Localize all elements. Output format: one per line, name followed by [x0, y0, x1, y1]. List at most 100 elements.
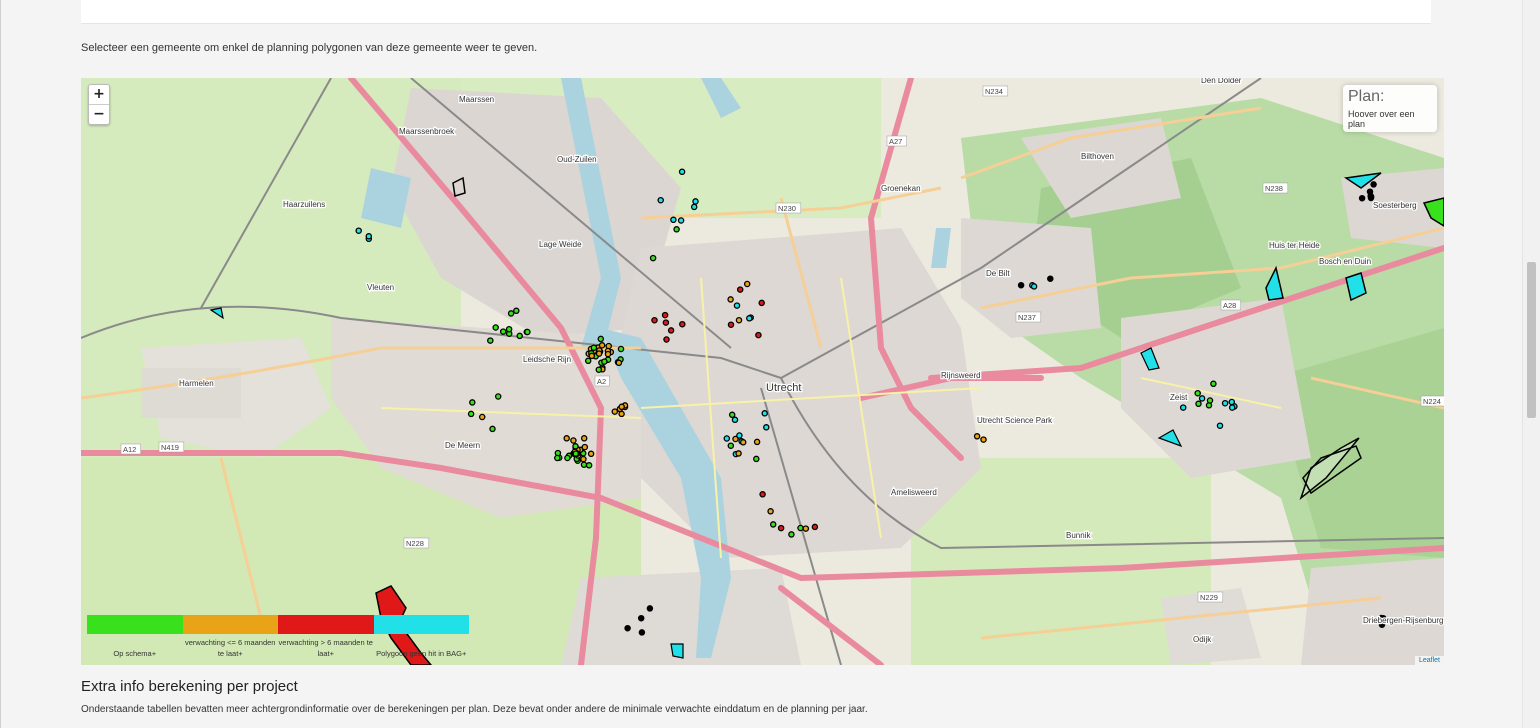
legend-color-bars [87, 615, 469, 634]
plan-marker [1221, 399, 1229, 407]
plan-marker [516, 332, 523, 340]
plan-marker [649, 254, 657, 262]
plan-marker [733, 302, 741, 309]
place-label: Harmelen [179, 379, 214, 388]
plan-marker [755, 331, 762, 339]
plan-marker [811, 523, 819, 531]
page-left-border [0, 0, 1, 728]
scrollbar-thumb[interactable] [1527, 262, 1536, 418]
plan-marker [572, 443, 579, 450]
plan-marker [618, 403, 625, 411]
plan-marker [759, 491, 766, 498]
plan-marker [678, 168, 686, 176]
legend-swatch-red [278, 615, 374, 634]
place-label: Rijnsweerd [941, 371, 981, 380]
place-label: Haarzuilens [283, 200, 325, 209]
plan-marker [802, 525, 810, 532]
plan-marker [595, 350, 603, 357]
plan-marker [581, 443, 589, 451]
intro-text: Selecteer een gemeente om enkel de plann… [81, 42, 538, 54]
zoom-out-button[interactable]: − [89, 104, 109, 124]
map-canvas[interactable]: Maarssen Maarssenbroek Oud-Zuilen Haarzuile… [81, 78, 1444, 665]
plan-marker [355, 227, 362, 234]
place-label: Soesterberg [1373, 201, 1417, 210]
status-legend: Op schema+ verwachting <= 6 maanden te l… [87, 615, 469, 659]
page-scrollbar[interactable] [1522, 0, 1540, 728]
plan-marker [679, 320, 686, 328]
plan-marker [646, 605, 654, 612]
plan-marker [638, 629, 646, 636]
road-label: N230 [775, 202, 802, 214]
map-container[interactable]: Maarssen Maarssenbroek Oud-Zuilen Haarzuile… [81, 78, 1444, 665]
plan-marker [489, 425, 496, 433]
plan-marker [598, 342, 606, 349]
plan-marker [735, 316, 743, 324]
plan-marker [1179, 404, 1187, 411]
road-label: A12 [120, 443, 141, 455]
plan-marker [753, 455, 760, 463]
road-label: N419 [158, 441, 185, 453]
plan-marker [513, 307, 520, 315]
plan-marker [580, 455, 587, 463]
plan-marker [365, 233, 373, 240]
plan-marker [618, 410, 625, 418]
plan-marker [505, 325, 513, 333]
legend-label-no-bag-hit: Polygoon geen hit in BAG+ [376, 649, 467, 658]
plan-marker [727, 296, 734, 303]
svg-text:N237: N237 [1018, 313, 1036, 322]
place-label: Maarssen [459, 95, 494, 104]
plan-marker [731, 416, 739, 424]
plan-marker [736, 432, 743, 439]
plan-marker [588, 352, 596, 360]
plan-marker [1216, 422, 1224, 429]
plan-marker [727, 321, 735, 328]
plan-marker [1366, 188, 1374, 195]
plan-marker [617, 345, 625, 353]
plan-marker [761, 410, 768, 417]
plan-marker [651, 316, 658, 324]
section-description: Onderstaande tabellen bevatten meer acht… [81, 704, 868, 715]
place-label: Maarssenbroek [399, 127, 455, 136]
plan-marker [736, 286, 744, 293]
road-label: N224 [1420, 395, 1444, 407]
plan-marker [615, 359, 623, 367]
road-label: N234 [982, 85, 1009, 97]
plan-marker [673, 226, 680, 233]
plan-marker [467, 410, 475, 418]
plan-marker [692, 198, 699, 205]
leaflet-attribution[interactable]: Leaflet [1414, 656, 1444, 665]
place-label: Vleuten [367, 283, 394, 292]
svg-text:A12: A12 [123, 445, 136, 454]
legend-label-late-short: verwachting <= 6 maanden te laat+ [185, 638, 276, 658]
legend-swatch-orange [182, 615, 278, 634]
plan-marker [797, 524, 804, 532]
plan-marker [667, 327, 675, 334]
road-label: N237 [1015, 311, 1042, 323]
plan-marker [585, 462, 593, 469]
plan-marker [570, 437, 577, 444]
plan-marker [735, 450, 742, 457]
plan-marker [728, 411, 736, 419]
zoom-in-button[interactable]: + [89, 85, 109, 104]
plan-marker [739, 439, 747, 446]
plan-marker [624, 624, 631, 632]
urban-driebergen [1301, 558, 1444, 665]
plan-marker [1210, 380, 1217, 388]
plan-marker [554, 454, 561, 462]
svg-text:A28: A28 [1223, 301, 1236, 310]
road-label: A27 [886, 135, 907, 147]
plan-marker [1017, 281, 1025, 289]
plan-marker [662, 319, 670, 326]
svg-text:N419: N419 [161, 443, 179, 452]
place-label: Lage Weide [539, 240, 582, 249]
plan-marker [597, 335, 605, 343]
plan-marker [690, 203, 698, 211]
plan-marker [777, 524, 785, 532]
plan-marker [595, 366, 603, 373]
road-label: A2 [594, 375, 610, 387]
svg-text:N230: N230 [778, 204, 796, 213]
top-panel [81, 0, 1431, 24]
plan-marker [492, 324, 499, 331]
plan-marker [1367, 194, 1375, 202]
place-label: Utrecht [766, 382, 801, 394]
